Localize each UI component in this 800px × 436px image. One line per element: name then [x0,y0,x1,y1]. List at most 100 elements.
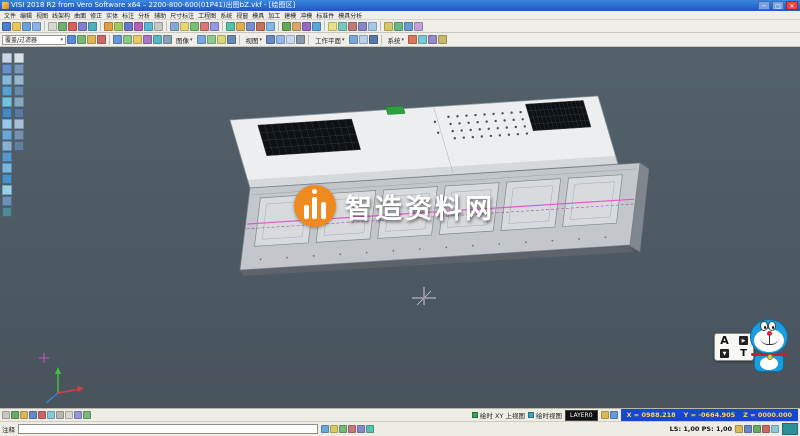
toolbar-icon[interactable] [180,22,189,31]
menu-item[interactable]: 模具分析 [336,11,364,20]
viewport[interactable]: 智造资料网 A ▶ ▼ T [0,47,800,408]
toolbar-icon[interactable] [246,22,255,31]
toolbar-icon[interactable] [2,185,12,195]
toolbar-icon[interactable] [282,22,291,31]
toolbar-icon[interactable] [22,22,31,31]
toolbar-icon[interactable] [2,152,12,162]
toolbar-icon[interactable] [226,22,235,31]
menu-item[interactable]: 模具 [250,11,266,20]
toolbar-icon[interactable] [394,22,403,31]
toolbar-icon[interactable] [78,22,87,31]
toolbar-icon[interactable] [2,22,11,31]
toolbar-icon[interactable] [14,97,24,107]
toolbar-icon[interactable] [14,130,24,140]
toolbar-icon[interactable] [236,22,245,31]
toolbar-icon[interactable] [14,53,24,63]
toolbar-icon[interactable] [2,130,12,140]
menu-item[interactable]: 编辑 [18,11,34,20]
menu-item[interactable]: 标准件 [314,11,336,20]
toolbar-icon[interactable] [2,86,12,96]
toolbar-icon[interactable] [339,425,347,433]
menu-item[interactable]: 加工 [266,11,282,20]
toolbar-icon[interactable] [302,22,311,31]
menu-item[interactable]: 辅助 [152,11,168,20]
toolbar-icon[interactable] [368,22,377,31]
toolbar-icon[interactable] [14,75,24,85]
toolbar-icon[interactable] [2,64,12,74]
toolbar-icon[interactable] [266,22,275,31]
toolbar-menu-image[interactable]: 图像 ▾ [173,35,196,45]
toolbar-icon[interactable] [418,35,427,44]
filter-dropdown[interactable]: 覆盖/过滤器 ▾ [2,35,66,45]
toolbar-icon[interactable] [428,35,437,44]
menu-item[interactable]: 分析 [136,11,152,20]
toolbar-icon[interactable] [207,35,216,44]
toolbar-icon[interactable] [2,119,12,129]
menu-item[interactable]: 尺寸标注 [168,11,196,20]
toolbar-icon[interactable] [65,411,73,419]
toolbar-icon[interactable] [2,207,12,217]
toolbar-icon[interactable] [134,22,143,31]
toolbar-icon[interactable] [14,119,24,129]
toolbar-icon[interactable] [144,22,153,31]
toolbar-icon[interactable] [56,411,64,419]
toolbar-icon[interactable] [88,22,97,31]
toolbar-icon[interactable] [321,425,329,433]
toolbar-icon[interactable] [358,22,367,31]
toolbar-icon[interactable] [124,22,133,31]
toolbar-icon[interactable] [197,35,206,44]
toolbar-icon[interactable] [404,22,413,31]
toolbar-icon[interactable] [2,163,12,173]
menu-item[interactable]: 线架构 [50,11,72,20]
menu-item[interactable]: 实体 [104,11,120,20]
toolbar-menu-system[interactable]: 系统 ▾ [385,35,408,45]
toolbar-icon[interactable] [200,22,209,31]
toolbar-icon[interactable] [601,411,609,419]
menu-item[interactable]: 曲面 [72,11,88,20]
toolbar-icon[interactable] [104,22,113,31]
toolbar-icon[interactable] [2,75,12,85]
toolbar-icon[interactable] [133,35,142,44]
maximize-button[interactable]: □ [772,1,784,10]
toolbar-icon[interactable] [2,174,12,184]
toolbar-icon[interactable] [12,22,21,31]
close-button[interactable]: ✕ [786,1,798,10]
toolbar-icon[interactable] [190,22,199,31]
toolbar-icon[interactable] [83,411,91,419]
toolbar-icon[interactable] [58,22,67,31]
toolbar-icon[interactable] [359,35,368,44]
command-input[interactable] [18,424,318,434]
toolbar-icon[interactable] [227,35,236,44]
toolbar-icon[interactable] [330,425,338,433]
toolbar-icon[interactable] [32,22,41,31]
active-workplane-label[interactable]: 绘时 XY 上视图 [472,410,525,420]
toolbar-icon[interactable] [77,35,86,44]
toolbar-icon[interactable] [328,22,337,31]
menu-item[interactable]: 标注 [120,11,136,20]
menu-item[interactable]: 视窗 [234,11,250,20]
toolbar-icon[interactable] [771,425,779,433]
toolbar-icon[interactable] [296,35,305,44]
toolbar-icon[interactable] [2,53,12,63]
toolbar-icon[interactable] [744,425,752,433]
toolbar-icon[interactable] [20,411,28,419]
toolbar-icon[interactable] [2,411,10,419]
toolbar-menu-workplane[interactable]: 工作平面 ▾ [312,35,348,45]
toolbar-icon[interactable] [384,22,393,31]
menu-item[interactable]: 工程图 [196,11,218,20]
toolbar-icon[interactable] [210,22,219,31]
toolbar-icon[interactable] [97,35,106,44]
toolbar-icon[interactable] [438,35,447,44]
toolbar-icon[interactable] [366,425,374,433]
toolbar-icon[interactable] [357,425,365,433]
toolbar-icon[interactable] [2,196,12,206]
toolbar-icon[interactable] [338,22,347,31]
toolbar-icon[interactable] [369,35,378,44]
toolbar-icon[interactable] [292,22,301,31]
toolbar-icon[interactable] [74,411,82,419]
toolbar-icon[interactable] [14,108,24,118]
toolbar-icon[interactable] [113,35,122,44]
toolbar-icon[interactable] [68,22,77,31]
menu-item[interactable]: 建模 [282,11,298,20]
toolbar-icon[interactable] [408,35,417,44]
